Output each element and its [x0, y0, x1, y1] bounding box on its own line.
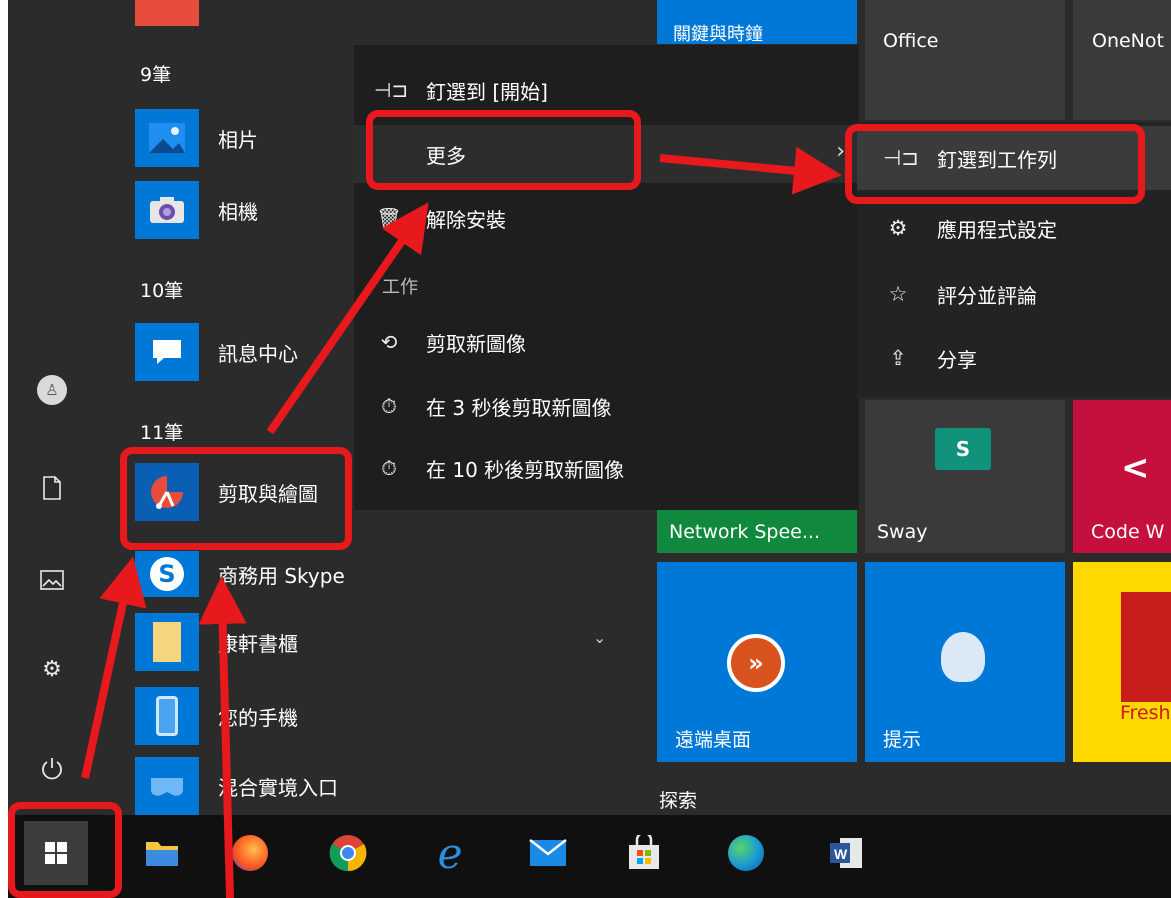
firefox-icon[interactable]	[218, 821, 282, 885]
gear-icon: ⚙	[888, 216, 908, 240]
word-icon[interactable]: W	[814, 821, 878, 885]
tile-code-writer[interactable]: < Code W	[1073, 400, 1171, 553]
tile-label: Code W	[1091, 521, 1165, 543]
menu-share[interactable]: ⇪ 分享	[857, 326, 1171, 390]
group-header-11[interactable]: 11筆	[140, 418, 183, 445]
skype-icon: S	[135, 551, 199, 597]
menu-label: 分享	[937, 347, 977, 372]
pin-icon: ⊣⊐	[374, 78, 409, 102]
chrome-icon[interactable]	[316, 821, 380, 885]
app-label: 您的手機	[218, 705, 298, 730]
taskbar: e W	[8, 815, 1171, 898]
timer-3-icon: ⏱	[381, 394, 397, 418]
tile-alarms-clock[interactable]: 關鍵與時鐘	[657, 0, 857, 44]
highlight-pin-taskbar	[845, 124, 1145, 204]
edge-icon[interactable]	[714, 821, 778, 885]
tile-label: 關鍵與時鐘	[673, 24, 763, 44]
remote-desktop-icon: »	[727, 634, 785, 692]
highlight-start-button	[8, 802, 122, 898]
menu-label: 應用程式設定	[937, 217, 1057, 242]
lightbulb-icon	[941, 632, 985, 682]
camera-icon	[135, 181, 199, 239]
tile-sway[interactable]: S Sway	[865, 400, 1065, 553]
app-your-phone[interactable]: 您的手機	[135, 686, 615, 746]
message-center-icon	[135, 323, 199, 381]
chevron-down-icon[interactable]: ⌄	[593, 628, 606, 647]
timer-10-icon: ⏱	[381, 456, 397, 480]
menu-label: 解除安裝	[426, 207, 506, 232]
tile-fresh-paint[interactable]: Fresh	[1073, 562, 1171, 762]
internet-explorer-icon[interactable]: e	[418, 821, 482, 885]
app-label: 康軒書櫃	[218, 631, 298, 656]
app-bookshelf[interactable]: 康軒書櫃	[135, 612, 615, 672]
menu-label: 剪取新圖像	[426, 331, 526, 356]
app-label: 混合實境入口	[218, 775, 338, 800]
fresh-paint-icon	[1121, 592, 1171, 702]
mixed-reality-icon	[135, 757, 199, 815]
tile-label: 遠端桌面	[675, 729, 752, 751]
partial-app-tile	[135, 0, 199, 26]
tile-onenote[interactable]: OneNot	[1073, 0, 1171, 120]
app-mixed-reality[interactable]: 混合實境入口	[135, 756, 615, 816]
menu-section-header: 工作	[382, 277, 418, 298]
trash-icon: 🗑	[376, 206, 402, 230]
app-label: 訊息中心	[218, 341, 298, 366]
menu-label: 在 10 秒後剪取新圖像	[426, 457, 625, 482]
star-icon: ☆	[888, 282, 908, 306]
tile-label: 提示	[883, 729, 922, 751]
menu-snip-10s[interactable]: ⏱ 在 10 秒後剪取新圖像	[354, 439, 859, 497]
tile-tips[interactable]: 提示	[865, 562, 1065, 762]
menu-uninstall[interactable]: 🗑 解除安裝	[354, 189, 859, 247]
menu-new-snip[interactable]: ⟲ 剪取新圖像	[354, 313, 859, 371]
menu-label: 在 3 秒後剪取新圖像	[426, 395, 612, 420]
app-label: 相片	[218, 127, 258, 152]
highlight-snip-sketch	[120, 447, 352, 550]
svg-text:W: W	[834, 846, 848, 862]
tile-label: Network Spee...	[669, 521, 820, 543]
app-label: 商務用 Skype	[218, 563, 345, 588]
settings-icon[interactable]: ⚙	[28, 645, 76, 693]
menu-app-settings[interactable]: ⚙ 應用程式設定	[857, 196, 1171, 260]
menu-label: 評分並評論	[937, 283, 1037, 308]
tile-remote-desktop[interactable]: » 遠端桌面	[657, 562, 857, 762]
your-phone-icon	[135, 687, 199, 745]
tile-group-header[interactable]: 探索	[659, 786, 697, 813]
sway-icon: S	[935, 428, 991, 470]
mail-icon[interactable]	[516, 821, 580, 885]
menu-label: 釘選到 [開始]	[426, 79, 548, 104]
tile-label: Fresh	[1120, 702, 1171, 724]
tile-label: Sway	[877, 521, 928, 543]
power-icon[interactable]	[28, 745, 76, 793]
snip-icon: ⟲	[380, 330, 398, 354]
app-label: 相機	[218, 199, 258, 224]
group-header-9[interactable]: 9筆	[140, 60, 171, 87]
documents-icon[interactable]	[28, 464, 76, 512]
account-icon[interactable]: ♙	[28, 366, 76, 414]
highlight-more	[366, 110, 641, 190]
file-explorer-icon[interactable]	[130, 821, 194, 885]
code-icon: <	[1121, 448, 1150, 488]
tile-label: Office	[883, 30, 939, 52]
store-icon[interactable]	[612, 821, 676, 885]
photos-icon	[135, 109, 199, 167]
pictures-icon[interactable]	[28, 556, 76, 604]
menu-rate-review[interactable]: ☆ 評分並評論	[857, 262, 1171, 326]
chevron-right-icon: ›	[836, 139, 845, 164]
share-icon: ⇪	[889, 346, 907, 370]
tile-office[interactable]: Office	[865, 0, 1065, 120]
group-header-10[interactable]: 10筆	[140, 276, 183, 303]
tile-label: OneNot	[1092, 30, 1164, 52]
bookshelf-icon	[135, 613, 199, 671]
menu-snip-3s[interactable]: ⏱ 在 3 秒後剪取新圖像	[354, 377, 859, 435]
app-skype-business[interactable]: S 商務用 Skype	[135, 544, 615, 604]
